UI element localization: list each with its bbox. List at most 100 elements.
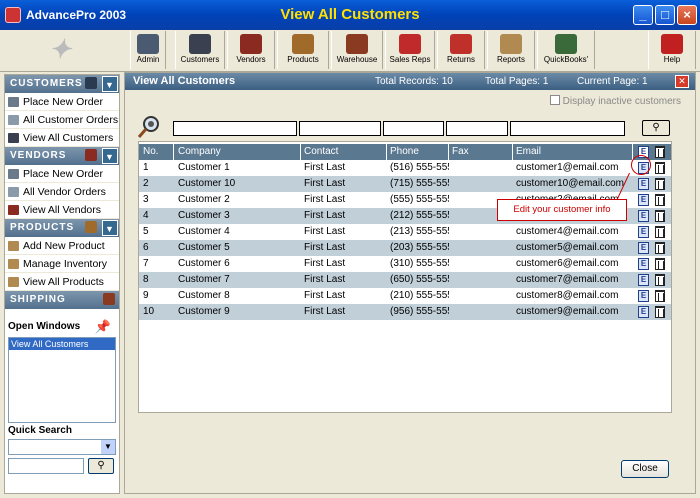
maximize-button[interactable]: □	[655, 5, 675, 25]
toolbar-button-returns[interactable]: Returns	[437, 31, 485, 69]
quick-search-select[interactable]: ▼	[8, 439, 116, 455]
table-cell: customer8@email.com	[516, 290, 619, 301]
table-cell	[449, 240, 513, 256]
toolbar-button-products[interactable]: Products	[277, 31, 329, 69]
sidebar-item-place-customer-order[interactable]: Place New Order	[5, 93, 119, 111]
display-inactive-checkbox[interactable]: Display inactive customers	[549, 95, 681, 107]
toolbar-button-quickbooks[interactable]: QuickBooks'	[537, 31, 595, 69]
edit-highlight-circle	[631, 155, 651, 175]
quick-search-input[interactable]	[8, 458, 84, 474]
edit-icon[interactable]: E	[638, 290, 649, 302]
section-vendors[interactable]: VENDORS ▼	[5, 147, 119, 165]
chevron-down-icon[interactable]: ▼	[102, 220, 118, 236]
close-window-button[interactable]: ×	[677, 5, 697, 25]
table-cell: First Last	[304, 258, 346, 269]
trash-icon[interactable]	[655, 162, 665, 174]
orders-icon	[8, 115, 19, 125]
company-filter-input[interactable]	[173, 121, 297, 136]
sidebar: CUSTOMERS ▼ Place New Order All Customer…	[4, 74, 120, 494]
table-row[interactable]: 7 Customer 6 First Last (310) 555-555 custom…	[139, 256, 671, 272]
sidebar-item-manage-inventory[interactable]: Manage Inventory	[5, 255, 119, 273]
table-cell: First Last	[304, 226, 346, 237]
table-cell: (650) 555-555	[390, 274, 449, 285]
table-row[interactable]: 2 Customer 10 First Last (715) 555-555 custo…	[139, 176, 671, 192]
phone-filter-input[interactable]	[383, 121, 444, 136]
trash-icon[interactable]	[655, 274, 665, 286]
table-cell: (715) 555-555	[390, 178, 449, 189]
sidebar-item-place-vendor-order[interactable]: Place New Order	[5, 165, 119, 183]
table-cell: (516) 555-555	[390, 162, 449, 173]
edit-icon[interactable]: E	[638, 258, 649, 270]
sidebar-item-all-vendor-orders[interactable]: All Vendor Orders	[5, 183, 119, 201]
table-row[interactable]: 10 Customer 9 First Last (956) 555-555 custo…	[139, 304, 671, 320]
section-products[interactable]: PRODUCTS ▼	[5, 219, 119, 237]
edit-icon[interactable]: E	[638, 242, 649, 254]
column-header[interactable]: Company	[175, 144, 301, 160]
table-row[interactable]: 8 Customer 7 First Last (650) 555-555 custom…	[139, 272, 671, 288]
sidebar-item-view-all-customers[interactable]: View All Customers	[5, 129, 119, 147]
column-header[interactable]: Contact	[301, 144, 387, 160]
edit-icon[interactable]: E	[638, 178, 649, 190]
minimize-button[interactable]: _	[633, 5, 653, 25]
box-icon	[8, 277, 19, 287]
trash-icon[interactable]	[655, 306, 665, 318]
trash-icon[interactable]	[655, 194, 665, 206]
table-cell: First Last	[304, 194, 346, 205]
contact-filter-input[interactable]	[299, 121, 381, 136]
column-header[interactable]: No.	[140, 144, 174, 160]
edit-icon[interactable]: E	[638, 194, 649, 206]
toolbar-button-sales-reps[interactable]: Sales Reps	[385, 31, 435, 69]
filter-search-button[interactable]: ⚲	[642, 120, 670, 136]
table-row[interactable]: 9 Customer 8 First Last (210) 555-555 custom…	[139, 288, 671, 304]
edit-icon[interactable]: E	[638, 274, 649, 286]
trash-icon[interactable]	[655, 210, 665, 222]
section-customers[interactable]: CUSTOMERS ▼	[5, 75, 119, 93]
trash-icon[interactable]	[655, 242, 665, 254]
trash-icon[interactable]	[655, 226, 665, 238]
edit-icon[interactable]: E	[638, 306, 649, 318]
edit-icon[interactable]: E	[638, 210, 649, 222]
quick-search-button[interactable]: ⚲	[88, 458, 114, 474]
sidebar-item-view-all-products[interactable]: View All Products	[5, 273, 119, 291]
table-row[interactable]: 5 Customer 4 First Last (213) 555-555 custom…	[139, 224, 671, 240]
table-cell: 8	[143, 274, 149, 285]
open-window-item[interactable]: View All Customers	[9, 338, 115, 350]
table-cell: First Last	[304, 178, 346, 189]
box-icon	[8, 241, 19, 251]
customers-table: No. Company Contact Phone Fax Email E 1 C…	[138, 141, 672, 413]
trash-icon[interactable]	[655, 258, 665, 270]
table-cell: 3	[143, 194, 149, 205]
column-header[interactable]: Phone	[387, 144, 449, 160]
trash-icon[interactable]	[655, 290, 665, 302]
trash-header-icon	[655, 146, 665, 158]
edit-icon[interactable]: E	[638, 226, 649, 238]
trash-icon[interactable]	[655, 178, 665, 190]
column-header[interactable]: Email	[513, 144, 633, 160]
section-shipping[interactable]: SHIPPING	[5, 291, 119, 309]
sidebar-item-add-new-product[interactable]: Add New Product	[5, 237, 119, 255]
toolbar-button-customers[interactable]: Customers	[175, 31, 225, 69]
orders-icon	[8, 187, 19, 197]
chevron-down-icon[interactable]: ▼	[102, 148, 118, 164]
table-row[interactable]: 1 Customer 1 First Last (516) 555-555 custom…	[139, 160, 671, 176]
chevron-down-icon[interactable]: ▼	[102, 76, 118, 92]
table-cell: 5	[143, 226, 149, 237]
table-row[interactable]: 6 Customer 5 First Last (203) 555-555 custom…	[139, 240, 671, 256]
toolbar-button-help[interactable]: Help	[648, 31, 696, 69]
panel-close-icon[interactable]: ✕	[675, 75, 689, 88]
sidebar-item-view-all-vendors[interactable]: View All Vendors	[5, 201, 119, 219]
column-header[interactable]: Fax	[449, 144, 513, 160]
toolbar-button-vendors[interactable]: Vendors	[227, 31, 275, 69]
sidebar-item-all-customer-orders[interactable]: All Customer Orders	[5, 111, 119, 129]
computer-icon	[137, 34, 159, 54]
panel-header: View All Customers Total Records: 10 Tot…	[125, 73, 695, 90]
email-filter-input[interactable]	[510, 121, 625, 136]
toolbar-button-reports[interactable]: Reports	[487, 31, 535, 69]
toolbar-button-admin[interactable]: Admin	[130, 31, 166, 69]
close-button[interactable]: Close	[621, 460, 669, 478]
toolbar-button-warehouse[interactable]: Warehouse	[331, 31, 383, 69]
dolly-icon	[103, 293, 115, 305]
open-windows-list: View All Customers	[8, 337, 116, 423]
return-arrow-icon	[450, 34, 472, 54]
fax-filter-input[interactable]	[446, 121, 508, 136]
